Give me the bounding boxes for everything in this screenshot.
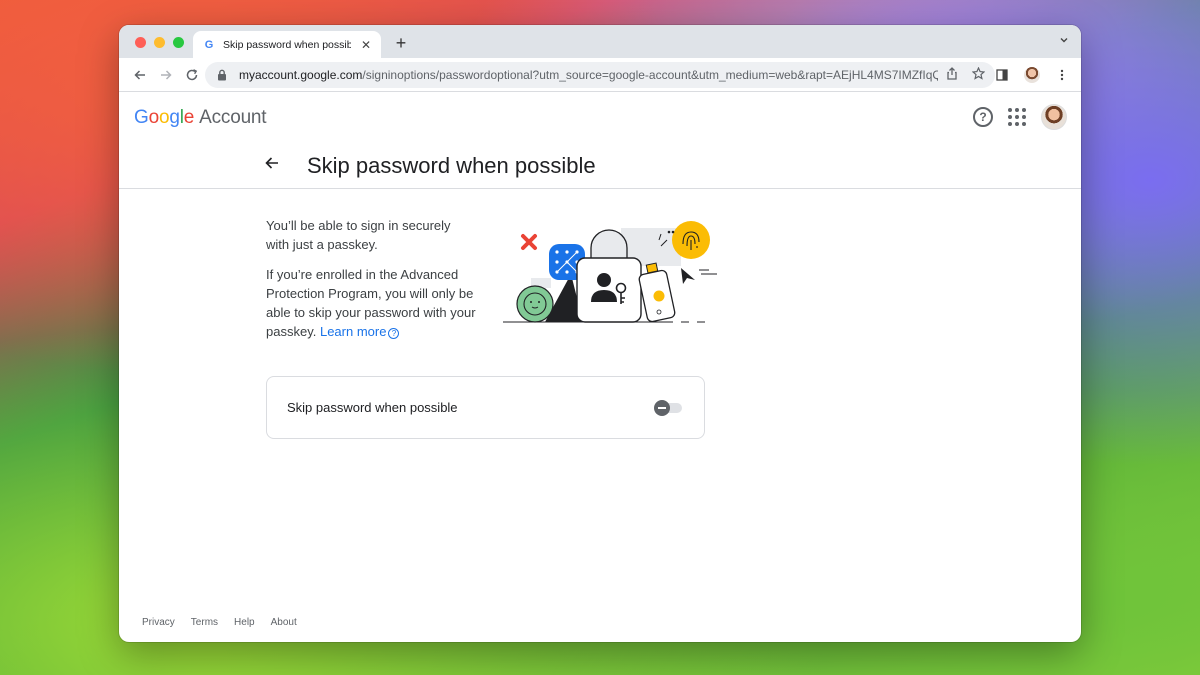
learn-more-link[interactable]: Learn more xyxy=(320,324,386,339)
back-arrow-icon[interactable] xyxy=(264,155,288,176)
footer-link-help[interactable]: Help xyxy=(234,617,255,628)
learn-more-info-icon[interactable]: ? xyxy=(388,328,400,339)
new-tab-button[interactable]: + xyxy=(391,33,411,53)
url-text[interactable]: myaccount.google.com/signinoptions/passw… xyxy=(239,68,938,82)
footer-link-about[interactable]: About xyxy=(271,617,297,628)
toolbar-right xyxy=(991,62,1073,88)
google-account-header: Google Account ? xyxy=(119,92,1081,143)
profile-avatar-icon[interactable] xyxy=(1021,62,1043,88)
footer-link-terms[interactable]: Terms xyxy=(191,617,218,628)
browser-tab[interactable]: G Skip password when possible ✕ xyxy=(193,31,381,58)
skip-password-setting-card: Skip password when possible xyxy=(266,376,705,439)
share-icon[interactable] xyxy=(946,67,958,83)
header-actions: ? xyxy=(973,104,1067,130)
address-bar-actions xyxy=(946,66,986,83)
apps-grid-icon[interactable] xyxy=(1007,107,1027,127)
bookmark-star-icon[interactable] xyxy=(971,66,986,83)
logo-letter: o xyxy=(148,106,160,128)
window-controls xyxy=(135,37,184,48)
logo-letter: g xyxy=(169,106,180,128)
reload-button[interactable] xyxy=(179,62,205,88)
tab-strip: G Skip password when possible ✕ + xyxy=(119,25,1081,58)
passkey-illustration-icon xyxy=(503,221,717,323)
google-favicon-icon: G xyxy=(204,38,214,51)
logo-letter: o xyxy=(158,106,170,128)
toggle-off-knob-icon xyxy=(654,399,670,416)
account-label: Account xyxy=(199,106,267,128)
help-icon[interactable]: ? xyxy=(973,107,993,127)
logo-letter: e xyxy=(183,106,195,128)
forward-button[interactable] xyxy=(153,62,179,88)
description-paragraph-1: You’ll be able to sign in securely with … xyxy=(266,218,451,252)
footer-link-privacy[interactable]: Privacy xyxy=(142,617,175,628)
description-paragraph-2: If you’re enrolled in the Advanced Prote… xyxy=(266,265,476,341)
url-host: myaccount.google.com xyxy=(239,68,363,82)
logo-letter: G xyxy=(134,106,149,128)
side-panel-icon[interactable] xyxy=(991,62,1013,88)
maximize-window-button[interactable] xyxy=(173,37,184,48)
back-button[interactable] xyxy=(127,62,153,88)
tab-search-chevron-icon[interactable] xyxy=(1059,35,1069,48)
footer: Privacy Terms Help About xyxy=(142,617,297,628)
tab-title: Skip password when possible xyxy=(223,38,351,51)
page-title-row: Skip password when possible xyxy=(119,143,1081,189)
menu-kebab-icon[interactable] xyxy=(1051,62,1073,88)
minimize-window-button[interactable] xyxy=(154,37,165,48)
tab-close-icon[interactable]: ✕ xyxy=(359,38,373,52)
setting-label: Skip password when possible xyxy=(287,400,458,415)
close-window-button[interactable] xyxy=(135,37,146,48)
address-bar[interactable]: myaccount.google.com/signinoptions/passw… xyxy=(205,62,995,88)
browser-toolbar: myaccount.google.com/signinoptions/passw… xyxy=(119,58,1081,92)
lock-icon[interactable] xyxy=(215,69,229,81)
url-path: /signinoptions/passwordoptional?utm_sour… xyxy=(362,68,938,82)
avatar[interactable] xyxy=(1041,104,1067,130)
skip-password-toggle[interactable] xyxy=(654,399,684,416)
google-account-logo[interactable]: Google Account xyxy=(134,106,267,129)
page-content: Google Account ? Skip password when possi… xyxy=(119,92,1081,642)
browser-window: G Skip password when possible ✕ + myacco… xyxy=(119,25,1081,642)
page-title: Skip password when possible xyxy=(307,152,596,178)
